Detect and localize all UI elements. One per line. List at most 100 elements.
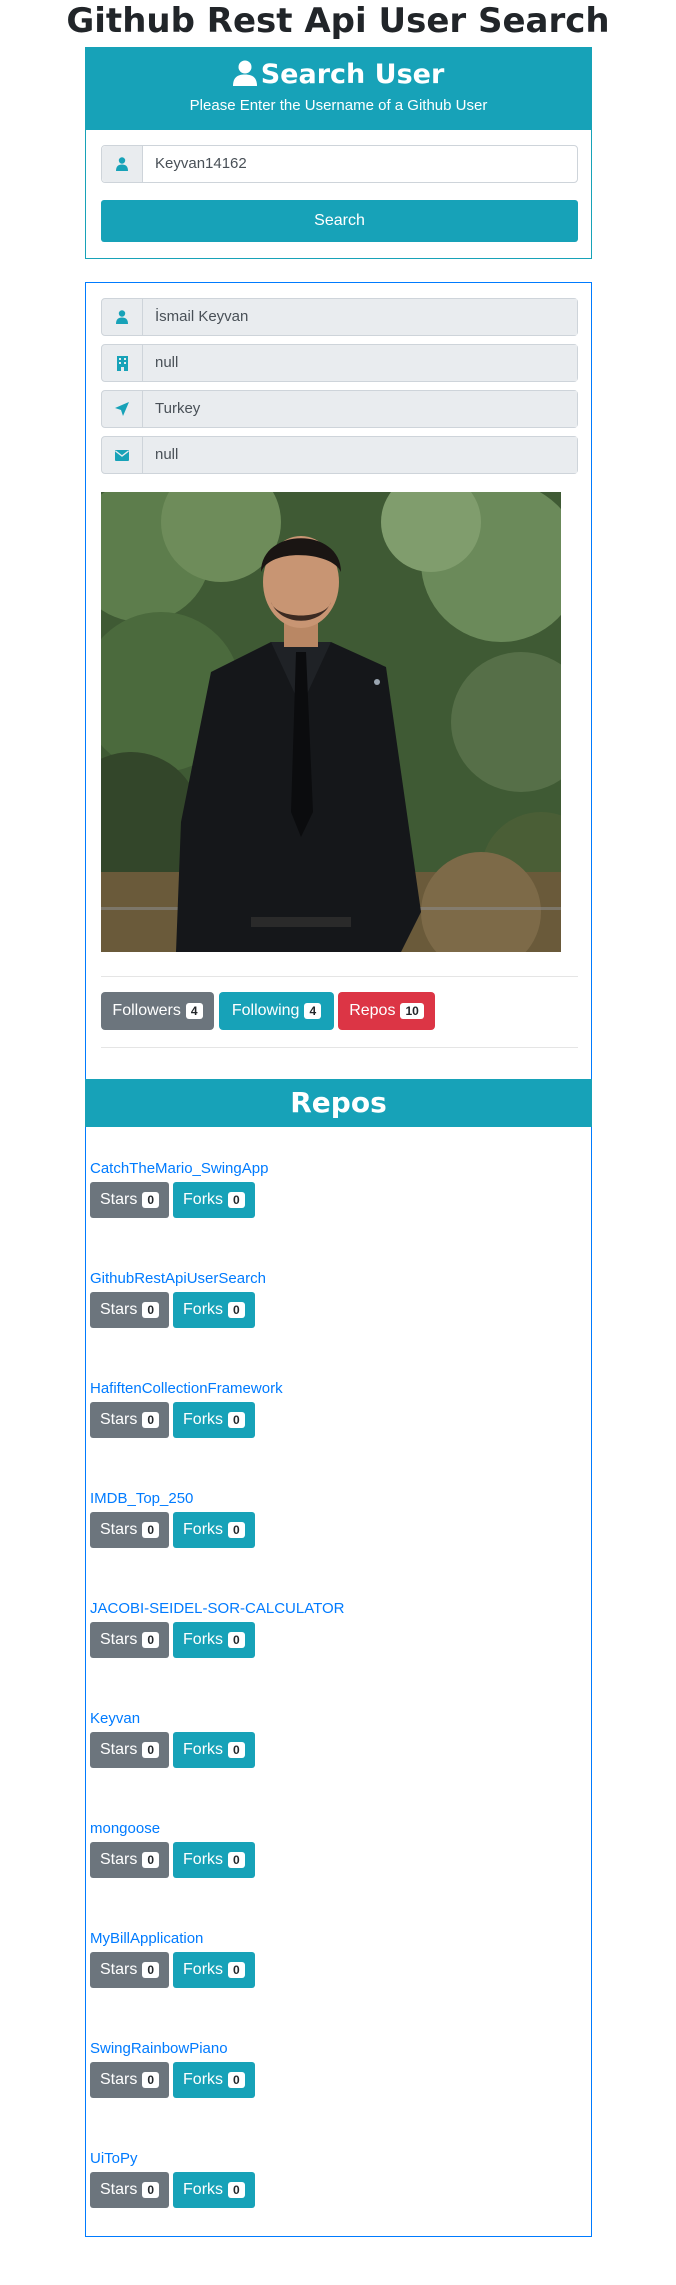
email-field: null bbox=[143, 437, 577, 473]
search-title-text: Search User bbox=[260, 59, 445, 90]
avatar bbox=[101, 492, 561, 952]
repo-item: MyBillApplication Stars 0 Forks 0 bbox=[90, 1929, 390, 1988]
location-field-group: Turkey bbox=[101, 390, 578, 428]
stars-button[interactable]: Stars 0 bbox=[90, 1622, 170, 1658]
company-field: null bbox=[143, 345, 577, 381]
forks-button[interactable]: Forks 0 bbox=[173, 1622, 255, 1658]
username-input[interactable] bbox=[143, 146, 577, 182]
forks-label: Forks bbox=[183, 1411, 224, 1428]
stars-count-badge: 0 bbox=[142, 1302, 160, 1318]
stars-button[interactable]: Stars 0 bbox=[90, 1732, 170, 1768]
location-field: Turkey bbox=[143, 391, 577, 427]
repo-item: IMDB_Top_250 Stars 0 Forks 0 bbox=[90, 1489, 390, 1548]
profile-card: İsmail Keyvan null Turkey null Followers… bbox=[85, 282, 592, 2237]
forks-count-badge: 0 bbox=[228, 1302, 245, 1318]
stars-label: Stars bbox=[100, 1191, 138, 1208]
forks-label: Forks bbox=[183, 1961, 224, 1978]
forks-label: Forks bbox=[183, 2071, 224, 2088]
repo-name-link[interactable]: GithubRestApiUserSearch bbox=[90, 1269, 390, 1289]
stars-button[interactable]: Stars 0 bbox=[90, 2172, 170, 2208]
forks-button[interactable]: Forks 0 bbox=[173, 1292, 255, 1328]
envelope-icon bbox=[102, 437, 143, 473]
stars-button[interactable]: Stars 0 bbox=[90, 1292, 170, 1328]
repo-name-link[interactable]: CatchTheMario_SwingApp bbox=[90, 1159, 390, 1179]
user-icon bbox=[102, 299, 143, 335]
username-input-group bbox=[101, 145, 578, 183]
followers-button[interactable]: Followers 4 bbox=[101, 992, 214, 1030]
stars-label: Stars bbox=[100, 2071, 138, 2088]
forks-button[interactable]: Forks 0 bbox=[173, 1402, 255, 1438]
user-icon bbox=[102, 146, 143, 182]
stars-button[interactable]: Stars 0 bbox=[90, 1842, 170, 1878]
name-field-group: İsmail Keyvan bbox=[101, 298, 578, 336]
repo-name-link[interactable]: UiToPy bbox=[90, 2149, 390, 2169]
following-label: Following bbox=[231, 1002, 300, 1019]
repo-name-link[interactable]: SwingRainbowPiano bbox=[90, 2039, 390, 2059]
forks-button[interactable]: Forks 0 bbox=[173, 1842, 255, 1878]
repo-name-link[interactable]: HafiftenCollectionFramework bbox=[90, 1379, 390, 1399]
search-button[interactable]: Search bbox=[101, 200, 578, 242]
repo-buttons: Stars 0 Forks 0 bbox=[90, 1622, 390, 1658]
stars-count-badge: 0 bbox=[142, 1742, 160, 1758]
forks-count-badge: 0 bbox=[228, 1742, 245, 1758]
forks-button[interactable]: Forks 0 bbox=[173, 1952, 255, 1988]
divider bbox=[101, 1047, 578, 1048]
repo-item: GithubRestApiUserSearch Stars 0 Forks 0 bbox=[90, 1269, 390, 1328]
repo-name-link[interactable]: Keyvan bbox=[90, 1709, 390, 1729]
repo-item: mongoose Stars 0 Forks 0 bbox=[90, 1819, 390, 1878]
repo-item: SwingRainbowPiano Stars 0 Forks 0 bbox=[90, 2039, 390, 2098]
forks-label: Forks bbox=[183, 1851, 224, 1868]
repo-buttons: Stars 0 Forks 0 bbox=[90, 1182, 390, 1218]
repos-button[interactable]: Repos 10 bbox=[338, 992, 435, 1030]
repo-item: HafiftenCollectionFramework Stars 0 Forks 0 bbox=[90, 1379, 390, 1438]
forks-label: Forks bbox=[183, 1191, 224, 1208]
forks-count-badge: 0 bbox=[228, 1192, 245, 1208]
stars-count-badge: 0 bbox=[142, 1412, 160, 1428]
stars-button[interactable]: Stars 0 bbox=[90, 1512, 170, 1548]
email-field-group: null bbox=[101, 436, 578, 474]
location-arrow-icon bbox=[102, 391, 143, 427]
search-card: Search User Please Enter the Username of… bbox=[85, 47, 592, 259]
following-button[interactable]: Following 4 bbox=[219, 992, 334, 1030]
repo-buttons: Stars 0 Forks 0 bbox=[90, 1512, 390, 1548]
followers-label: Followers bbox=[112, 1002, 181, 1019]
repo-buttons: Stars 0 Forks 0 bbox=[90, 2172, 390, 2208]
stars-label: Stars bbox=[100, 1961, 138, 1978]
repo-name-link[interactable]: MyBillApplication bbox=[90, 1929, 390, 1949]
repo-item: Keyvan Stars 0 Forks 0 bbox=[90, 1709, 390, 1768]
stars-button[interactable]: Stars 0 bbox=[90, 1182, 170, 1218]
repo-item: UiToPy Stars 0 Forks 0 bbox=[90, 2149, 390, 2208]
repo-item: JACOBI-SEIDEL-SOR-CALCULATOR Stars 0 Forks 0 bbox=[90, 1599, 390, 1658]
stars-button[interactable]: Stars 0 bbox=[90, 2062, 170, 2098]
stars-count-badge: 0 bbox=[142, 1852, 160, 1868]
forks-label: Forks bbox=[183, 1521, 224, 1538]
search-header: Search User Please Enter the Username of… bbox=[86, 48, 591, 130]
forks-button[interactable]: Forks 0 bbox=[173, 1182, 255, 1218]
forks-button[interactable]: Forks 0 bbox=[173, 2062, 255, 2098]
stars-label: Stars bbox=[100, 2181, 138, 2198]
search-title: Search User bbox=[86, 48, 591, 92]
forks-button[interactable]: Forks 0 bbox=[173, 2172, 255, 2208]
company-field-group: null bbox=[101, 344, 578, 382]
forks-count-badge: 0 bbox=[228, 1412, 245, 1428]
repo-name-link[interactable]: JACOBI-SEIDEL-SOR-CALCULATOR bbox=[90, 1599, 390, 1619]
stars-button[interactable]: Stars 0 bbox=[90, 1952, 170, 1988]
stars-label: Stars bbox=[100, 1521, 138, 1538]
forks-button[interactable]: Forks 0 bbox=[173, 1512, 255, 1548]
forks-label: Forks bbox=[183, 1741, 224, 1758]
building-icon bbox=[102, 345, 143, 381]
repo-name-link[interactable]: IMDB_Top_250 bbox=[90, 1489, 390, 1509]
forks-count-badge: 0 bbox=[228, 1962, 245, 1978]
stars-count-badge: 0 bbox=[142, 1522, 160, 1538]
forks-count-badge: 0 bbox=[228, 2182, 245, 2198]
stars-count-badge: 0 bbox=[142, 1632, 160, 1648]
forks-count-badge: 0 bbox=[228, 2072, 245, 2088]
repo-name-link[interactable]: mongoose bbox=[90, 1819, 390, 1839]
forks-button[interactable]: Forks 0 bbox=[173, 1732, 255, 1768]
repo-buttons: Stars 0 Forks 0 bbox=[90, 1292, 390, 1328]
repo-buttons: Stars 0 Forks 0 bbox=[90, 1952, 390, 1988]
repo-buttons: Stars 0 Forks 0 bbox=[90, 1842, 390, 1878]
stars-count-badge: 0 bbox=[142, 1192, 160, 1208]
stars-label: Stars bbox=[100, 1631, 138, 1648]
stars-button[interactable]: Stars 0 bbox=[90, 1402, 170, 1438]
